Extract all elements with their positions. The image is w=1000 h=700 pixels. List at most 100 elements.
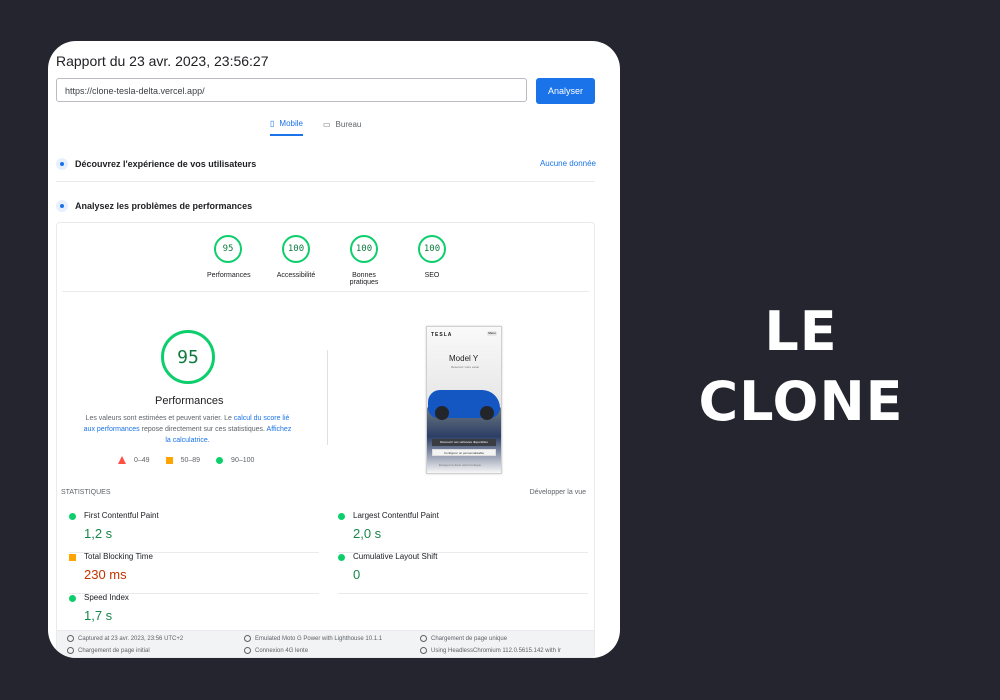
metric-value: 1,2 s	[84, 526, 113, 541]
calendar-icon	[67, 635, 74, 642]
speed-icon	[56, 200, 68, 212]
score-gauge: 100	[418, 235, 446, 263]
preview-menu: Menu	[487, 331, 497, 336]
legend-fail: 0–49	[118, 456, 150, 464]
score-performance[interactable]: 95 Performances	[207, 235, 251, 286]
description-text: repose directement sur ces statistiques.	[141, 426, 267, 434]
browser-info: Using HeadlessChromium 112.0.5615.142 wi…	[420, 647, 561, 654]
legend-label: 50–89	[180, 456, 201, 464]
load-type-info: Chargement de page unique	[420, 635, 507, 642]
score-gauge: 95	[214, 235, 242, 263]
tab-mobile-label: Mobile	[279, 119, 303, 128]
footer-text: Connexion 4G lente	[255, 647, 309, 654]
preview-footer-link: Essayez-le dans notre boutique	[439, 463, 482, 467]
pass-circle-icon	[338, 513, 345, 520]
average-square-icon	[69, 554, 76, 561]
analyze-button[interactable]: Analyser	[536, 78, 595, 104]
metric-fcp: First Contentful Paint 1,2 s	[69, 511, 319, 553]
legend-average: 50–89	[165, 456, 201, 464]
tesla-logo: TESLA	[431, 332, 453, 338]
mobile-icon: ▯	[270, 119, 275, 128]
expand-view-link[interactable]: Développer la vue	[530, 489, 586, 496]
clone-title-line-1: LE	[764, 300, 838, 363]
metric-name: Speed Index	[84, 593, 129, 602]
experience-section-heading: Découvrez l'expérience de vos utilisateu…	[56, 158, 595, 170]
pass-circle-icon	[216, 456, 224, 464]
score-description: Les valeurs sont estimées et peuvent var…	[81, 413, 294, 447]
score-legend: 0–49 50–89 90–100	[118, 456, 254, 464]
preview-subtitle: Réservez votre essai	[451, 365, 480, 369]
page-load-icon	[420, 635, 427, 642]
metric-name: Largest Contentful Paint	[353, 511, 439, 520]
score-gauge: 100	[282, 235, 310, 263]
performance-title: Performances	[155, 395, 224, 407]
preview-primary-button: Découvrir nos véhicules disponibles	[432, 439, 496, 446]
desktop-icon: ▭	[322, 120, 331, 129]
summary-divider	[327, 350, 328, 445]
tab-desktop[interactable]: ▭ Bureau	[323, 119, 361, 136]
metric-speed-index: Speed Index 1,7 s	[69, 593, 319, 634]
device-icon	[244, 635, 251, 642]
metric-name: First Contentful Paint	[84, 511, 159, 520]
pass-circle-icon	[69, 513, 76, 520]
device-tabs: ▯ Mobile ▭ Bureau	[270, 119, 361, 136]
url-input[interactable]: https://clone-tesla-delta.vercel.app/	[56, 78, 527, 102]
legend-pass: 90–100	[216, 456, 254, 464]
pagespeed-report-card: Rapport du 23 avr. 2023, 23:56:27 https:…	[48, 41, 620, 658]
metric-name: Cumulative Layout Shift	[353, 552, 438, 561]
metric-value: 230 ms	[84, 567, 127, 582]
description-text: Les valeurs sont estimées et peuvent var…	[85, 415, 234, 422]
browser-icon	[420, 647, 427, 654]
fail-triangle-icon	[118, 456, 126, 464]
device-info: Emulated Moto G Power with Lighthouse 10…	[244, 635, 382, 642]
footer-text: Captured at 23 avr. 2023, 23:56 UTC+2	[78, 635, 184, 642]
network-icon	[244, 647, 251, 654]
legend-label: 0–49	[134, 456, 150, 464]
score-label: Performances	[207, 272, 251, 279]
category-scores: 95 Performances 100 Accessibilité 100 Bo…	[207, 235, 453, 286]
car-image	[428, 390, 500, 420]
metric-value: 2,0 s	[353, 526, 382, 541]
pass-circle-icon	[338, 554, 345, 561]
no-data-link[interactable]: Aucune donnée	[540, 159, 596, 168]
score-best-practices[interactable]: 100 Bonnes pratiques	[343, 235, 385, 286]
score-accessibility[interactable]: 100 Accessibilité	[275, 235, 317, 286]
clone-title-line-2: CLONE	[698, 370, 904, 433]
tab-mobile[interactable]: ▯ Mobile	[270, 119, 303, 136]
footer-text: Chargement de page unique	[431, 635, 508, 642]
mobile-screenshot-preview: TESLA Menu Model Y Réservez votre essai …	[426, 326, 502, 474]
performance-score-gauge: 95	[161, 330, 215, 384]
report-title: Rapport du 23 avr. 2023, 23:56:27	[56, 53, 269, 69]
metric-name: Total Blocking Time	[84, 552, 153, 561]
run-details-footer: Captured at 23 avr. 2023, 23:56 UTC+2 Em…	[57, 630, 594, 657]
performance-heading-text: Analysez les problèmes de performances	[75, 201, 253, 211]
footer-text: Emulated Moto G Power with Lighthouse 10…	[255, 635, 383, 642]
pass-circle-icon	[69, 595, 76, 602]
footer-text: Using HeadlessChromium 112.0.5615.142 wi…	[431, 647, 561, 654]
statistics-heading: STATISTIQUES	[61, 489, 111, 496]
clone-title: LE CLONE	[681, 297, 921, 437]
load-icon	[67, 647, 74, 654]
experience-heading-text: Découvrez l'expérience de vos utilisateu…	[75, 159, 257, 169]
tab-desktop-label: Bureau	[335, 120, 362, 129]
score-label: Bonnes pratiques	[349, 272, 379, 286]
metric-tbt: Total Blocking Time 230 ms	[69, 552, 319, 594]
metric-value: 1,7 s	[84, 608, 113, 623]
captured-info: Captured at 23 avr. 2023, 23:56 UTC+2	[67, 635, 183, 642]
initial-load-info: Chargement de page initial	[67, 647, 150, 654]
performance-panel: 95 Performances 100 Accessibilité 100 Bo…	[56, 222, 595, 658]
average-square-icon	[165, 456, 173, 464]
footer-text: Chargement de page initial	[78, 647, 150, 654]
score-seo[interactable]: 100 SEO	[411, 235, 453, 286]
metric-lcp: Largest Contentful Paint 2,0 s	[338, 511, 588, 553]
score-gauge: 100	[350, 235, 378, 263]
users-icon	[56, 158, 68, 170]
preview-secondary-button: Configurer un personnalisable	[432, 449, 496, 456]
panel-divider	[62, 291, 589, 292]
preview-model-title: Model Y	[449, 354, 479, 363]
connection-info: Connexion 4G lente	[244, 647, 308, 654]
metric-value: 0	[353, 567, 361, 582]
score-label: SEO	[424, 272, 440, 279]
section-divider	[56, 181, 595, 182]
metric-cls: Cumulative Layout Shift 0	[338, 552, 588, 594]
